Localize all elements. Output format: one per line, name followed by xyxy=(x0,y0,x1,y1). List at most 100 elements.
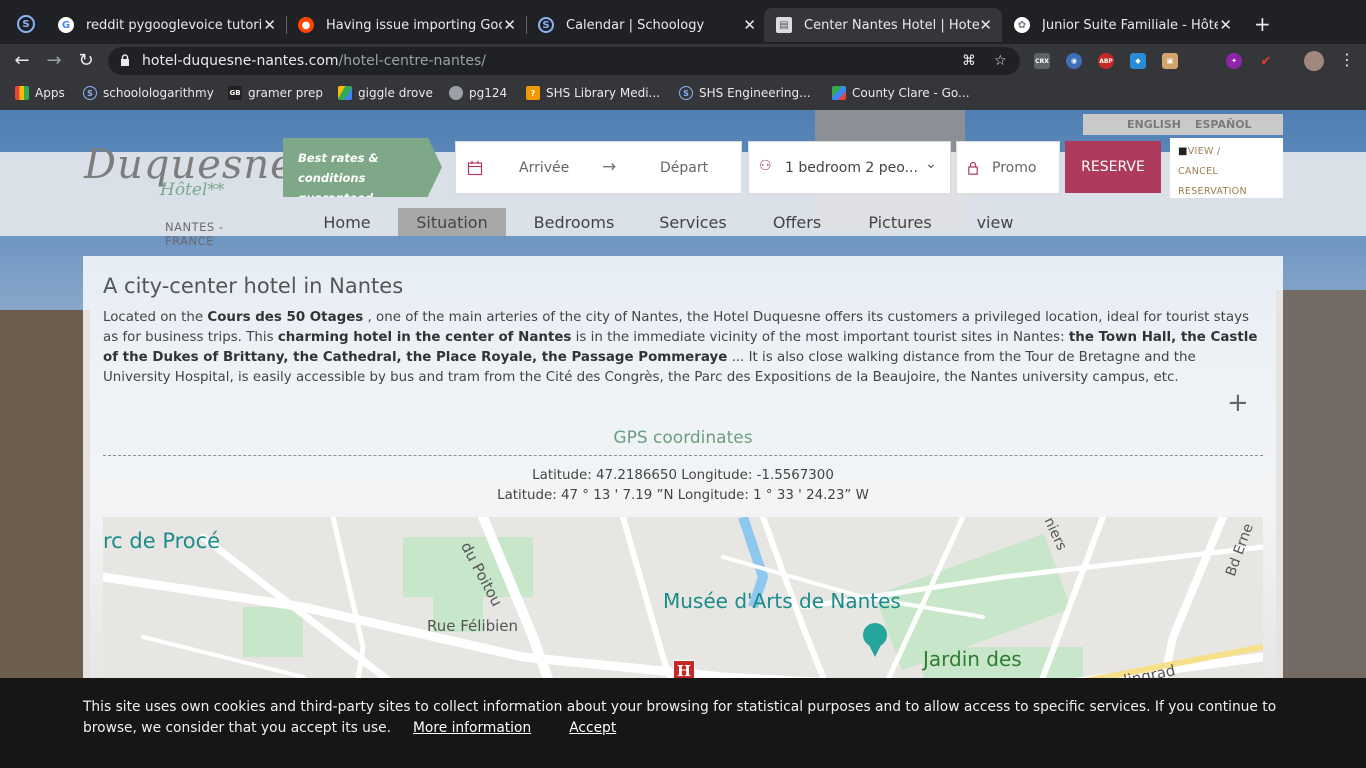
crx-extension-icon[interactable]: CRX xyxy=(1034,53,1050,69)
lang-english[interactable]: ENGLISH xyxy=(1127,118,1181,131)
map-label-jardin: Jardin des xyxy=(923,647,1022,671)
bookmark-label: pg124 xyxy=(469,86,508,100)
promo-field[interactable]: Promo xyxy=(956,141,1060,194)
view-cancel-line-2: CANCEL xyxy=(1178,166,1218,177)
tab-4-active[interactable]: ▤ Center Nantes Hotel | Hotel Du ✕ xyxy=(764,8,1002,42)
nav-home[interactable]: Home xyxy=(306,208,388,236)
colorful-extension-icon[interactable]: ✦ xyxy=(1226,53,1242,69)
gps-dms: Latitude: 47 ° 13 ' 7.19 ”N Longitude: 1… xyxy=(497,488,869,503)
reload-button[interactable]: ↻ xyxy=(75,50,97,71)
bookmark-label: gramer prep xyxy=(248,86,324,100)
close-icon[interactable]: ✕ xyxy=(503,16,516,34)
date-range-field[interactable]: Arrivée → Départ xyxy=(455,141,742,194)
bookmark-label: giggle drove xyxy=(358,86,433,100)
nav-view[interactable]: view xyxy=(970,208,1020,236)
check-extension-icon[interactable]: ✔ xyxy=(1258,53,1274,69)
bookmark-gramer-prep[interactable]: GB gramer prep xyxy=(228,86,323,100)
map-label-musee: Musée d'Arts de Nantes xyxy=(663,589,901,613)
bookmark-pg124[interactable]: pg124 xyxy=(449,86,507,100)
nav-offers[interactable]: Offers xyxy=(762,208,832,236)
best-rates-banner: Best rates & conditions guaranteed xyxy=(283,138,428,197)
lock-icon xyxy=(121,54,129,66)
view-cancel-line-1: ■VIEW / xyxy=(1178,146,1221,157)
forward-button[interactable]: → xyxy=(43,50,65,71)
bookmark-shs-engineering[interactable]: S SHS Engineering... xyxy=(679,86,811,100)
promo-input[interactable]: Promo xyxy=(992,160,1036,176)
view-cancel-reservation-link[interactable]: ■VIEW / CANCEL RESERVATION xyxy=(1170,138,1283,198)
bookmark-giggle-drove[interactable]: giggle drove xyxy=(338,86,433,100)
star-icon[interactable]: ☆ xyxy=(994,53,1007,69)
schoology-icon: S xyxy=(83,86,97,100)
bookmark-label: County Clare - Go... xyxy=(852,86,970,100)
intro-text: is in the immediate vicinity of the most… xyxy=(571,330,1069,345)
bookmark-county-clare[interactable]: County Clare - Go... xyxy=(832,86,970,100)
language-bar: ENGLISH ESPAÑOL xyxy=(1083,114,1283,135)
owl-extension-icon[interactable]: ◉ xyxy=(1066,53,1082,69)
guests-value: 1 bedroom 2 peo... xyxy=(785,160,918,176)
tab-3[interactable]: S Calendar | Schoology ✕ xyxy=(526,8,766,42)
menu-kebab-icon[interactable]: ⋮ xyxy=(1336,50,1358,69)
library-icon: ? xyxy=(526,86,540,100)
logo-hotel: Hôtel** xyxy=(160,180,225,200)
adblock-extension-icon[interactable]: ABP xyxy=(1098,53,1114,69)
cookie-banner: This site uses own cookies and third-par… xyxy=(0,678,1366,768)
avatar[interactable] xyxy=(1304,51,1324,71)
lock-icon xyxy=(968,161,978,175)
nav-pictures[interactable]: Pictures xyxy=(856,208,944,236)
hotel-logo[interactable]: Duquesne Hôtel** NANTES - FRANCE xyxy=(84,142,294,248)
intro-bold: Cours des 50 Otages xyxy=(207,310,364,325)
close-icon[interactable]: ✕ xyxy=(979,16,992,34)
close-icon[interactable]: ✕ xyxy=(743,16,756,34)
extension-icon[interactable]: ◆ xyxy=(1130,53,1146,69)
lang-espanol[interactable]: ESPAÑOL xyxy=(1195,118,1252,131)
nav-services[interactable]: Services xyxy=(650,208,736,236)
close-icon[interactable]: ✕ xyxy=(1219,16,1232,34)
tab-title: Calendar | Schoology xyxy=(566,17,705,33)
arrival-input[interactable]: Arrivée xyxy=(519,160,569,176)
nav-situation[interactable]: Situation xyxy=(398,208,506,236)
tab-2[interactable]: ● Having issue importing Google ✕ xyxy=(286,8,526,42)
chevron-down-icon: ⌄ xyxy=(925,156,937,172)
bookmark-label: SHS Engineering... xyxy=(699,86,811,100)
nav-bedrooms[interactable]: Bedrooms xyxy=(522,208,626,236)
bookmark-label: Apps xyxy=(35,86,65,100)
drive-icon xyxy=(338,86,352,100)
tab-5[interactable]: ✿ Junior Suite Familiale - Hôtel L ✕ xyxy=(1002,8,1242,42)
url-host: hotel-duquesne-nantes.com xyxy=(142,53,339,69)
maps-icon xyxy=(832,86,846,100)
back-button[interactable]: ← xyxy=(11,50,33,71)
schoology-icon: S xyxy=(679,86,693,100)
extension-icon[interactable]: ▣ xyxy=(1162,53,1178,69)
bookmark-apps[interactable]: Apps xyxy=(15,86,65,100)
schoology-window-icon: S xyxy=(17,15,35,33)
bookmark-shs-library[interactable]: ? SHS Library Medi... xyxy=(526,86,660,100)
apps-grid-icon xyxy=(15,86,29,100)
expand-plus-icon[interactable]: + xyxy=(1227,388,1249,418)
map-label-rue-felibien: Rue Félibien xyxy=(427,617,519,635)
bookmark-schoolologarithmy[interactable]: S schoolologarithmy xyxy=(83,86,214,100)
close-icon[interactable]: ✕ xyxy=(263,16,276,34)
translate-icon[interactable]: ⌘ xyxy=(962,53,976,69)
gps-title: GPS coordinates xyxy=(613,428,753,448)
departure-input[interactable]: Départ xyxy=(660,160,708,176)
reserve-button[interactable]: RESERVE xyxy=(1065,141,1161,193)
globe-icon xyxy=(449,86,463,100)
gps-divider xyxy=(103,455,1263,456)
map-label-proce: rc de Procé xyxy=(103,529,221,553)
cookie-text: This site uses own cookies and third-par… xyxy=(83,699,1277,736)
page-title: A city-center hotel in Nantes xyxy=(103,274,404,298)
new-tab-button[interactable]: + xyxy=(1254,12,1271,36)
url-path: /hotel-centre-nantes/ xyxy=(338,53,486,69)
lock-icon: ■ xyxy=(1178,146,1188,157)
schoology-icon: S xyxy=(538,17,554,33)
accept-button[interactable]: Accept xyxy=(569,720,616,736)
tab-title: Having issue importing Google xyxy=(326,17,502,33)
google-icon: G xyxy=(58,17,74,33)
logo-city: NANTES - FRANCE xyxy=(165,220,224,248)
arrow-right-icon: → xyxy=(602,157,617,177)
guests-select[interactable]: ⚇ 1 bedroom 2 peo... ⌄ xyxy=(748,141,951,194)
address-bar[interactable]: hotel-duquesne-nantes.com/hotel-centre-n… xyxy=(108,47,1020,75)
bookmarks-bar: Apps S schoolologarithmy GB gramer prep … xyxy=(0,78,1366,110)
more-information-link[interactable]: More information xyxy=(413,720,531,736)
tab-1[interactable]: G reddit pygooglevoice tutorial - ✕ xyxy=(46,8,286,42)
